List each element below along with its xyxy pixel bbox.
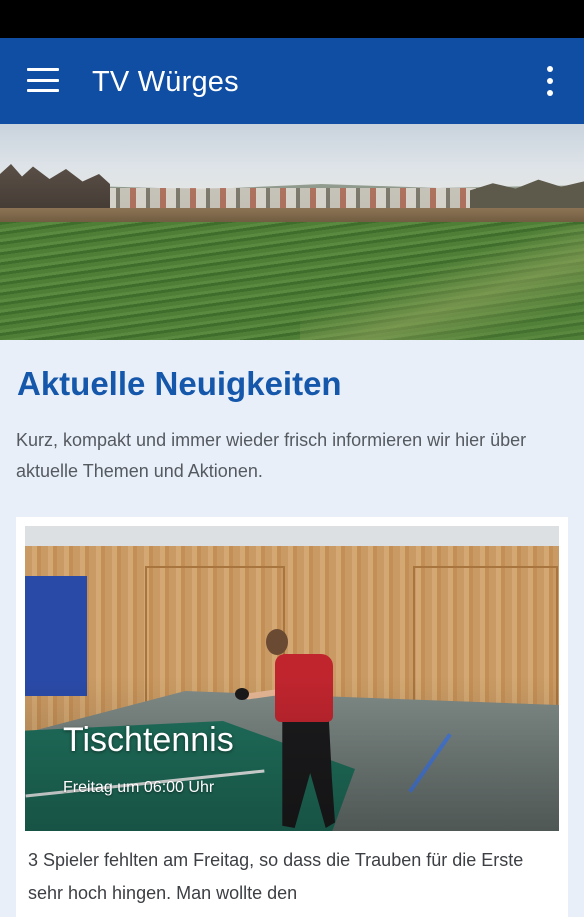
hamburger-menu-icon[interactable] — [27, 68, 59, 92]
status-bar — [0, 0, 584, 38]
section-description: Kurz, kompakt und immer wieder frisch in… — [16, 430, 527, 481]
more-vert-icon[interactable] — [538, 66, 562, 96]
app-title: TV Würges — [92, 66, 239, 98]
news-card-title: Tischtennis — [63, 721, 234, 759]
news-card-image[interactable]: Tischtennis Freitag um 06:00 Uhr — [25, 526, 559, 831]
hero-landscape-image — [0, 124, 584, 340]
news-card[interactable]: Tischtennis Freitag um 06:00 Uhr 3 Spiel… — [16, 517, 568, 917]
news-card-excerpt: 3 Spieler fehlten am Freitag, so dass di… — [28, 850, 524, 903]
app-bar: TV Würges — [0, 38, 584, 124]
news-card-date: Freitag um 06:00 Uhr — [63, 779, 215, 796]
section-title: Aktuelle Neuigkeiten — [17, 365, 342, 402]
